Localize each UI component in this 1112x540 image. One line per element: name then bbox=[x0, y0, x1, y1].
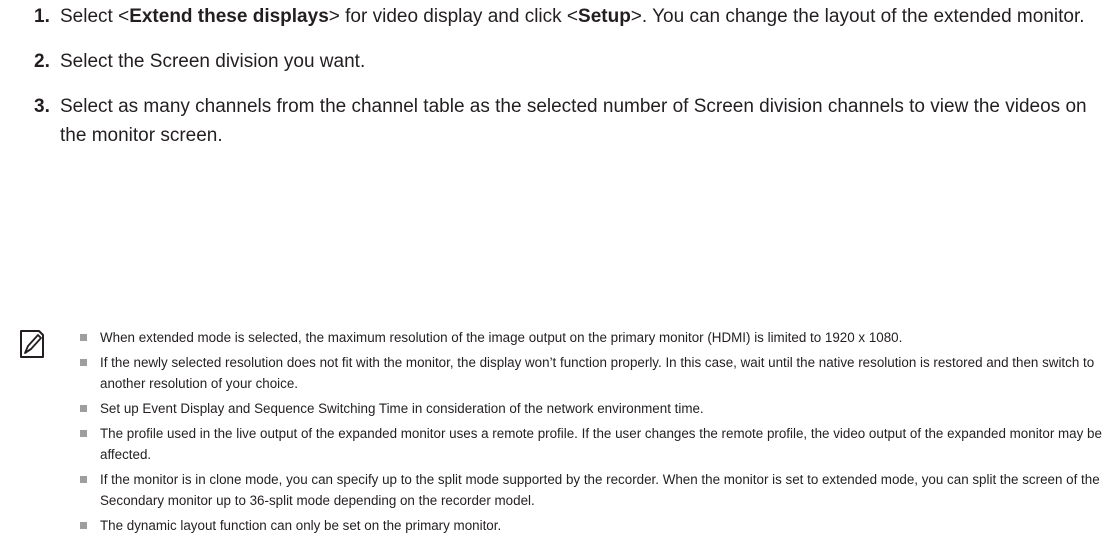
notes-list: When extended mode is selected, the maxi… bbox=[80, 327, 1105, 540]
step-text: Select the Screen division you want. bbox=[60, 51, 366, 72]
bullet-square-icon bbox=[80, 359, 87, 366]
step-text: Select <Extend these displays> for video… bbox=[60, 6, 1085, 27]
bullet-square-icon bbox=[80, 405, 87, 412]
note-item: When extended mode is selected, the maxi… bbox=[80, 327, 1105, 348]
step-text-part: > for video display and click < bbox=[328, 6, 579, 27]
bullet-square-icon bbox=[80, 334, 87, 341]
step-text: Select as many channels from the channel… bbox=[60, 96, 1087, 146]
note-text: The profile used in the live output of t… bbox=[100, 426, 1102, 462]
step-number: 1. bbox=[34, 6, 50, 27]
step-number: 2. bbox=[34, 51, 50, 72]
step-2: 2. Select the Screen division you want. bbox=[34, 47, 1094, 76]
steps-list: 1. Select <Extend these displays> for vi… bbox=[34, 0, 1094, 150]
note-text: Set up Event Display and Sequence Switch… bbox=[100, 401, 704, 416]
bullet-square-icon bbox=[80, 522, 87, 529]
menu-option-setup: Setup bbox=[578, 6, 631, 27]
note-text: The dynamic layout function can only be … bbox=[100, 518, 502, 533]
note-item: Set up Event Display and Sequence Switch… bbox=[80, 398, 1105, 419]
step-number: 3. bbox=[34, 96, 50, 117]
note-pencil-icon bbox=[20, 330, 44, 358]
bullet-square-icon bbox=[80, 476, 87, 483]
step-3: 3. Select as many channels from the chan… bbox=[34, 92, 1094, 150]
note-item: The profile used in the live output of t… bbox=[80, 423, 1105, 465]
menu-option-extend-these-displays: Extend these displays bbox=[129, 6, 329, 27]
step-text-part: >. You can change the layout of the exte… bbox=[630, 6, 1085, 27]
note-text: If the newly selected resolution does no… bbox=[100, 355, 1095, 391]
note-text: If the monitor is in clone mode, you can… bbox=[100, 472, 1100, 508]
note-text: When extended mode is selected, the maxi… bbox=[100, 330, 903, 345]
note-item: If the newly selected resolution does no… bbox=[80, 352, 1105, 394]
step-text-part: Select < bbox=[60, 6, 130, 27]
step-1: 1. Select <Extend these displays> for vi… bbox=[34, 2, 1094, 31]
bullet-square-icon bbox=[80, 430, 87, 437]
note-item: The dynamic layout function can only be … bbox=[80, 515, 1105, 536]
note-item: If the monitor is in clone mode, you can… bbox=[80, 469, 1105, 511]
